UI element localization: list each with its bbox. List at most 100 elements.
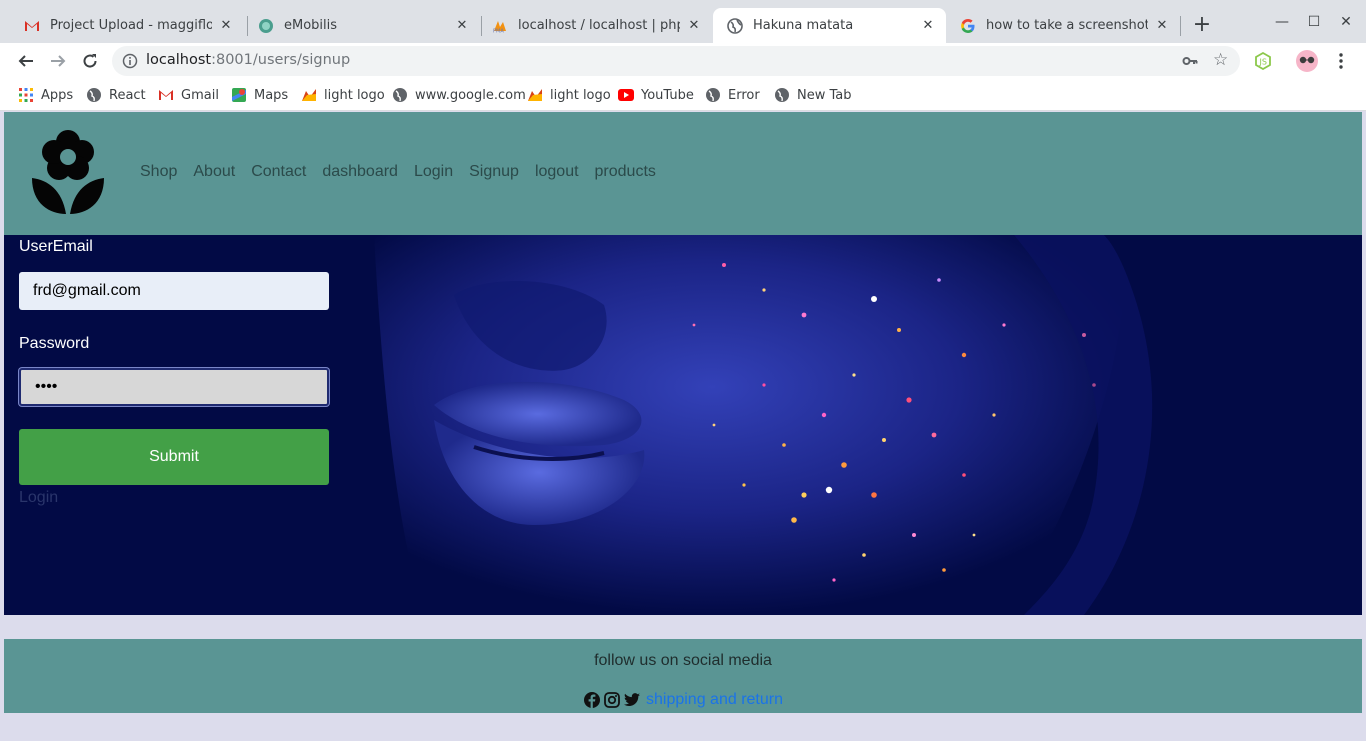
nav-dashboard[interactable]: dashboard: [322, 163, 398, 181]
close-window-icon[interactable]: ✕: [1334, 10, 1358, 34]
tab-title: Hakuna matata: [753, 18, 854, 33]
nav-products[interactable]: products: [595, 163, 656, 181]
bookmark-gmail[interactable]: Gmail: [158, 85, 219, 105]
tab-title: localhost / localhost | phpMyA: [518, 18, 680, 33]
nav-login[interactable]: Login: [414, 163, 453, 181]
bookmark-label: React: [109, 87, 146, 103]
bookmark-label: Error: [728, 87, 760, 103]
tab-separator: [1180, 16, 1181, 36]
youtube-icon: [618, 87, 634, 103]
node-extension-icon[interactable]: JS: [1252, 50, 1274, 72]
email-label: UserEmail: [19, 238, 93, 255]
follow-text: follow us on social media: [594, 652, 772, 669]
key-icon[interactable]: [1182, 53, 1198, 73]
password-label: Password: [19, 335, 90, 352]
bookmark-label: light logo: [324, 87, 385, 103]
back-arrow-icon: [18, 55, 33, 67]
apps-grid-icon: [18, 87, 34, 103]
email-input[interactable]: [19, 272, 329, 310]
reload-icon: [83, 54, 97, 68]
flower-logo-icon[interactable]: [30, 128, 106, 216]
facebook-icon[interactable]: [584, 692, 600, 708]
url-text: localhost:8001/users/signup: [146, 52, 350, 68]
browser-menu-icon[interactable]: [1330, 50, 1352, 72]
bookmark-label: www.google.com: [415, 87, 526, 103]
bookmark-google[interactable]: www.google.com: [392, 85, 526, 105]
bookmark-label: Gmail: [181, 87, 219, 103]
gmail-icon: [158, 87, 174, 103]
nav-about[interactable]: About: [193, 163, 235, 181]
tab-project-upload[interactable]: Project Upload - maggiflo98@g ✕: [10, 8, 244, 43]
emobilis-icon: [258, 18, 274, 34]
globe-icon: [392, 87, 408, 103]
nav-logout[interactable]: logout: [535, 163, 579, 181]
info-icon[interactable]: [122, 53, 138, 69]
minimize-icon[interactable]: —: [1270, 10, 1294, 34]
tab-title: eMobilis: [284, 18, 338, 33]
forward-arrow-icon: [51, 55, 66, 67]
tab-close-icon[interactable]: ✕: [218, 18, 234, 34]
svg-text:PMA: PMA: [493, 28, 504, 33]
url-host: localhost: [146, 52, 212, 68]
password-input[interactable]: [19, 368, 329, 406]
new-tab-button[interactable]: +: [1190, 14, 1214, 38]
light-logo-icon: [527, 87, 543, 103]
reload-button[interactable]: [78, 49, 102, 73]
light-logo-icon: [301, 87, 317, 103]
shipping-return-link[interactable]: shipping and return: [646, 691, 783, 709]
bookmark-youtube[interactable]: YouTube: [618, 85, 694, 105]
gmail-icon: [24, 18, 40, 34]
tab-hakuna-matata[interactable]: Hakuna matata ✕: [713, 8, 946, 43]
tab-emobilis[interactable]: eMobilis ✕: [244, 8, 480, 43]
browser-tab-strip: Project Upload - maggiflo98@g ✕ eMobilis…: [0, 0, 1366, 43]
bookmark-label: Apps: [41, 87, 74, 103]
browser-toolbar: localhost:8001/users/signup ☆ JS: [0, 43, 1366, 79]
tab-title: how to take a screenshot with: [986, 18, 1148, 33]
phpmyadmin-icon: PMA: [492, 18, 508, 34]
submit-button[interactable]: Submit: [19, 429, 329, 485]
bookmarks-bar: Apps React Gmail Maps light logo www.goo…: [0, 79, 1366, 111]
bookmark-label: light logo: [550, 87, 611, 103]
tab-close-icon[interactable]: ✕: [1154, 18, 1170, 34]
bookmark-maps[interactable]: Maps: [231, 85, 288, 105]
globe-icon: [705, 87, 721, 103]
web-page: Shop About Contact dashboard Login Signu…: [4, 112, 1362, 713]
site-footer: follow us on social media shipping and r…: [4, 639, 1362, 713]
back-button[interactable]: [14, 49, 38, 73]
bookmark-error[interactable]: Error: [705, 85, 760, 105]
maps-icon: [231, 87, 247, 103]
address-bar[interactable]: localhost:8001/users/signup ☆: [112, 46, 1240, 76]
google-icon: [960, 18, 976, 34]
bookmark-label: YouTube: [641, 87, 694, 103]
profile-avatar[interactable]: [1296, 50, 1318, 72]
bookmark-react[interactable]: React: [86, 85, 146, 105]
tab-phpmyadmin[interactable]: PMA localhost / localhost | phpMyA ✕: [478, 8, 712, 43]
bookmark-light-logo-2[interactable]: light logo: [527, 85, 611, 105]
nav-signup[interactable]: Signup: [469, 163, 519, 181]
bookmark-apps[interactable]: Apps: [18, 85, 73, 105]
maximize-icon[interactable]: ☐: [1302, 10, 1326, 34]
bookmark-star-icon[interactable]: ☆: [1213, 51, 1228, 69]
login-link[interactable]: Login: [19, 489, 58, 507]
bookmark-light-logo[interactable]: light logo: [301, 85, 385, 105]
hero-section: UserEmail Password Submit Login: [4, 235, 1362, 615]
nav-shop[interactable]: Shop: [140, 163, 177, 181]
forward-button[interactable]: [46, 49, 70, 73]
social-links: shipping and return: [584, 691, 783, 709]
svg-text:JS: JS: [1259, 58, 1267, 67]
globe-icon: [727, 17, 743, 34]
twitter-icon[interactable]: [624, 692, 640, 708]
tab-title: Project Upload - maggiflo98@g: [50, 18, 212, 33]
bookmark-label: Maps: [254, 87, 289, 103]
tab-close-icon[interactable]: ✕: [454, 18, 470, 34]
bookmark-new-tab[interactable]: New Tab: [774, 85, 852, 105]
tab-close-icon[interactable]: ✕: [686, 18, 702, 34]
instagram-icon[interactable]: [604, 692, 620, 708]
tab-google-search[interactable]: how to take a screenshot with ✕: [946, 8, 1180, 43]
bookmark-label: New Tab: [797, 87, 852, 103]
globe-icon: [774, 87, 790, 103]
main-nav: Shop About Contact dashboard Login Signu…: [140, 163, 656, 181]
globe-icon: [86, 87, 102, 103]
nav-contact[interactable]: Contact: [251, 163, 306, 181]
tab-close-icon[interactable]: ✕: [920, 18, 936, 34]
